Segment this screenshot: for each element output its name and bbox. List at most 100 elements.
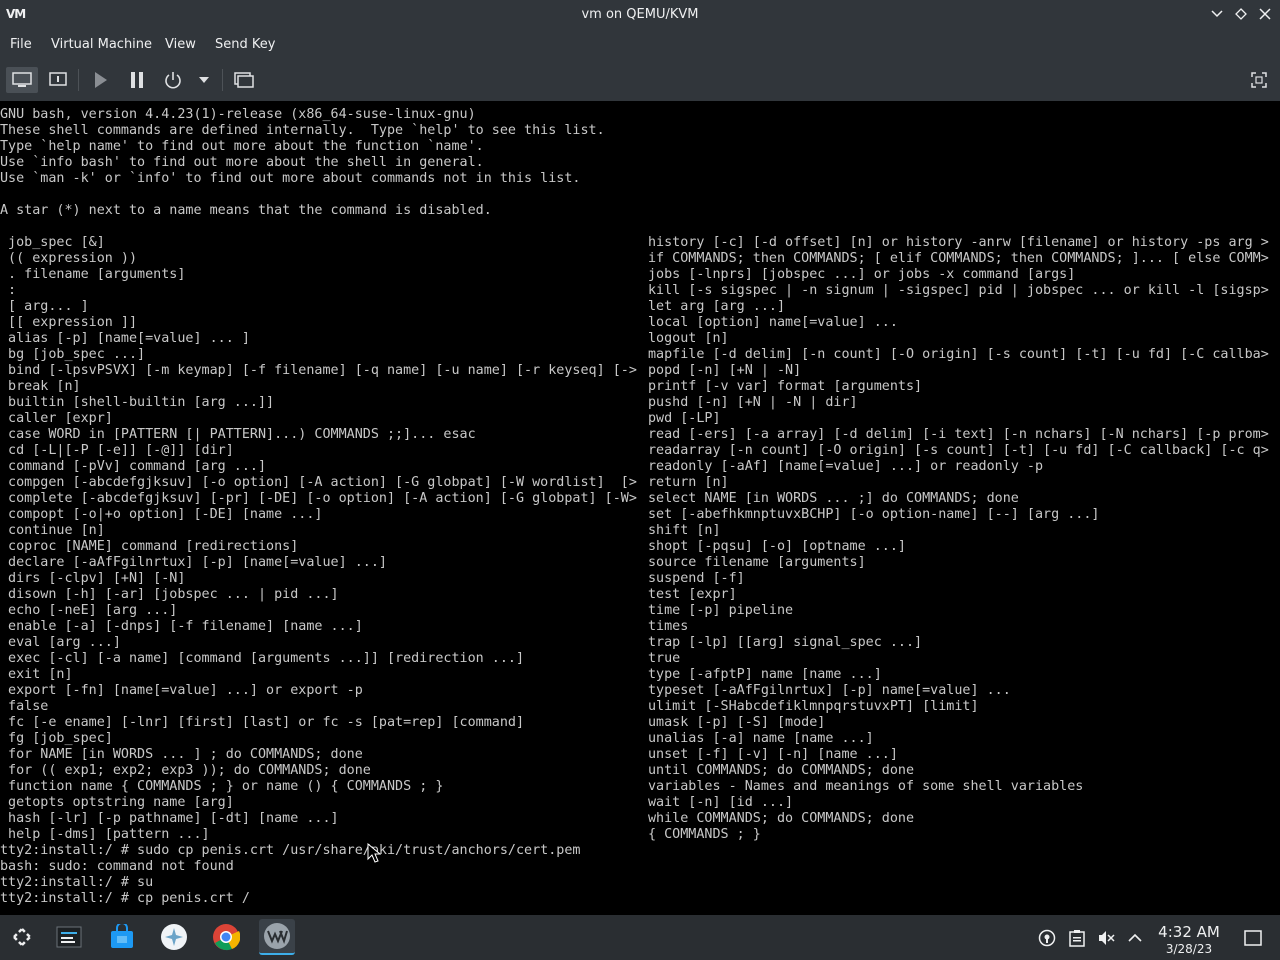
run-icon[interactable] <box>86 67 114 93</box>
virt-manager-icon[interactable] <box>259 919 295 955</box>
dropdown-arrow-icon[interactable] <box>195 67 213 93</box>
taskbar: 4:32 AM 3/28/23 <box>0 915 1280 960</box>
vm-console-display[interactable]: GNU bash, version 4.4.23(1)-release (x86… <box>0 101 1280 915</box>
help-entry: dirs [-clpv] [+N] [-N] <box>0 571 186 586</box>
help-entry: if COMMANDS; then COMMANDS; [ elif COMMA… <box>648 251 1269 266</box>
show-desktop-icon[interactable] <box>1244 929 1262 947</box>
terminal-line: bash: sudo: command not found <box>0 859 234 874</box>
help-entry: printf [-v var] format [arguments] <box>648 379 923 394</box>
help-entry: wait [-n] [id ...] <box>648 795 794 810</box>
help-entry: select NAME [in WORDS ... ;] do COMMANDS… <box>648 491 1019 506</box>
help-entry: exec [-cl] [-a name] [command [arguments… <box>0 651 525 666</box>
volume-muted-icon[interactable] <box>1097 929 1115 947</box>
clock-time[interactable]: 4:32 AM <box>1150 923 1228 941</box>
help-entry: bind [-lpsvPSVX] [-m keymap] [-f filenam… <box>0 363 637 378</box>
help-entry: (( expression )) <box>0 251 138 266</box>
toolbar-separator <box>222 69 223 91</box>
help-entry: case WORD in [PATTERN [| PATTERN]...) CO… <box>0 427 476 442</box>
close-icon[interactable] <box>1256 4 1274 24</box>
help-entry: fc [-e ename] [-lnr] [first] [last] or f… <box>0 715 525 730</box>
shutdown-icon[interactable] <box>159 67 187 93</box>
help-entry: enable [-a] [-dnps] [-f filename] [name … <box>0 619 363 634</box>
help-entry: export [-fn] [name[=value] ...] or expor… <box>0 683 363 698</box>
terminal-line: Type `help name' to find out more about … <box>0 139 484 154</box>
help-entry: disown [-h] [-ar] [jobspec ... | pid ...… <box>0 587 339 602</box>
help-entry: until COMMANDS; do COMMANDS; done <box>648 763 915 778</box>
help-entry: source filename [arguments] <box>648 555 866 570</box>
help-entry: cd [-L|[-P [-e]] [-@]] [dir] <box>0 443 234 458</box>
tray-expand-icon[interactable] <box>1126 929 1144 947</box>
help-entry: for NAME [in WORDS ... ] ; do COMMANDS; … <box>0 747 363 762</box>
help-entry: trap [-lp] [[arg] signal_spec ...] <box>648 635 923 650</box>
help-entry: time [-p] pipeline <box>648 603 794 618</box>
help-entry: caller [expr] <box>0 411 113 426</box>
menu-bar: File Virtual Machine View Send Key <box>0 29 1280 59</box>
help-entry: ulimit [-SHabcdefiklmnpqrstuvxPT] [limit… <box>648 699 979 714</box>
clipboard-icon[interactable] <box>1068 929 1086 947</box>
terminal-line: tty2:install:/ # sudo cp penis.crt /usr/… <box>0 843 581 858</box>
terminal-line: Use `man -k' or `info' to find out more … <box>0 171 581 186</box>
console-view-icon[interactable] <box>6 67 38 93</box>
screenshot-icon[interactable] <box>230 67 258 93</box>
settings-app-icon[interactable] <box>156 919 192 955</box>
terminal-line: These shell commands are defined interna… <box>0 123 605 138</box>
fullscreen-icon[interactable] <box>1246 67 1272 93</box>
vault-icon[interactable] <box>1038 929 1056 947</box>
menu-virtual-machine[interactable]: Virtual Machine <box>51 37 152 52</box>
help-entry: getopts optstring name [arg] <box>0 795 234 810</box>
help-entry: while COMMANDS; do COMMANDS; done <box>648 811 915 826</box>
help-entry: typeset [-aAfFgilnrtux] [-p] name[=value… <box>648 683 1011 698</box>
help-entry: pushd [-n] [+N | -N | dir] <box>648 395 858 410</box>
help-entry: shift [n] <box>648 523 721 538</box>
details-view-icon[interactable] <box>44 67 72 93</box>
help-entry: break [n] <box>0 379 81 394</box>
help-entry: command [-pVv] command [arg ...] <box>0 459 267 474</box>
help-entry: continue [n] <box>0 523 105 538</box>
help-entry: kill [-s sigspec | -n signum | -sigspec]… <box>648 283 1269 298</box>
help-entry: bg [job_spec ...] <box>0 347 146 362</box>
pause-icon[interactable] <box>123 67 151 93</box>
task-manager-icon[interactable] <box>51 919 87 955</box>
help-entry: : <box>0 283 17 298</box>
help-entry: unset [-f] [-v] [-n] [name ...] <box>648 747 898 762</box>
help-entry: return [n] <box>648 475 729 490</box>
mouse-cursor-icon <box>367 843 381 863</box>
terminal-line: GNU bash, version 4.4.23(1)-release (x86… <box>0 107 476 122</box>
app-launcher-icon[interactable] <box>4 919 40 955</box>
help-entry: suspend [-f] <box>648 571 745 586</box>
terminal-line: A star (*) next to a name means that the… <box>0 203 492 218</box>
help-entry: logout [n] <box>648 331 729 346</box>
help-entry: coproc [NAME] command [redirections] <box>0 539 299 554</box>
toolbar-separator <box>78 69 79 91</box>
help-entry: type [-afptP] name [name ...] <box>648 667 882 682</box>
help-entry: unalias [-a] name [name ...] <box>648 731 874 746</box>
help-entry: for (( exp1; exp2; exp3 )); do COMMANDS;… <box>0 763 371 778</box>
help-entry: shopt [-pqsu] [-o] [optname ...] <box>648 539 906 554</box>
help-entry: function name { COMMANDS ; } or name () … <box>0 779 444 794</box>
help-entry: variables - Names and meanings of some s… <box>648 779 1084 794</box>
help-entry: test [expr] <box>648 587 737 602</box>
help-entry: alias [-p] [name[=value] ... ] <box>0 331 250 346</box>
help-entry: { COMMANDS ; } <box>648 827 761 842</box>
help-entry: exit [n] <box>0 667 73 682</box>
help-entry: [ arg... ] <box>0 299 89 314</box>
help-entry: pwd [-LP] <box>648 411 721 426</box>
maximize-icon[interactable] <box>1232 4 1250 24</box>
help-entry: complete [-abcdefgjksuv] [-pr] [-DE] [-o… <box>0 491 637 506</box>
help-entry: let arg [arg ...] <box>648 299 786 314</box>
discover-store-icon[interactable] <box>104 919 140 955</box>
menu-send-key[interactable]: Send Key <box>215 37 275 52</box>
terminal-line: tty2:install:/ # cp penis.crt / <box>0 891 250 906</box>
help-entry: fg [job_spec] <box>0 731 113 746</box>
help-entry: local [option] name[=value] ... <box>648 315 898 330</box>
menu-file[interactable]: File <box>10 37 32 52</box>
help-entry: [[ expression ]] <box>0 315 138 330</box>
menu-view[interactable]: View <box>165 37 196 52</box>
help-entry: readonly [-aAf] [name[=value] ...] or re… <box>648 459 1044 474</box>
chrome-icon[interactable] <box>208 919 244 955</box>
help-entry: . filename [arguments] <box>0 267 186 282</box>
toolbar <box>0 59 1280 101</box>
minimize-icon[interactable] <box>1208 4 1226 24</box>
clock-date[interactable]: 3/28/23 <box>1150 942 1228 956</box>
window-titlebar[interactable]: VM vm on QEMU/KVM <box>0 0 1280 29</box>
